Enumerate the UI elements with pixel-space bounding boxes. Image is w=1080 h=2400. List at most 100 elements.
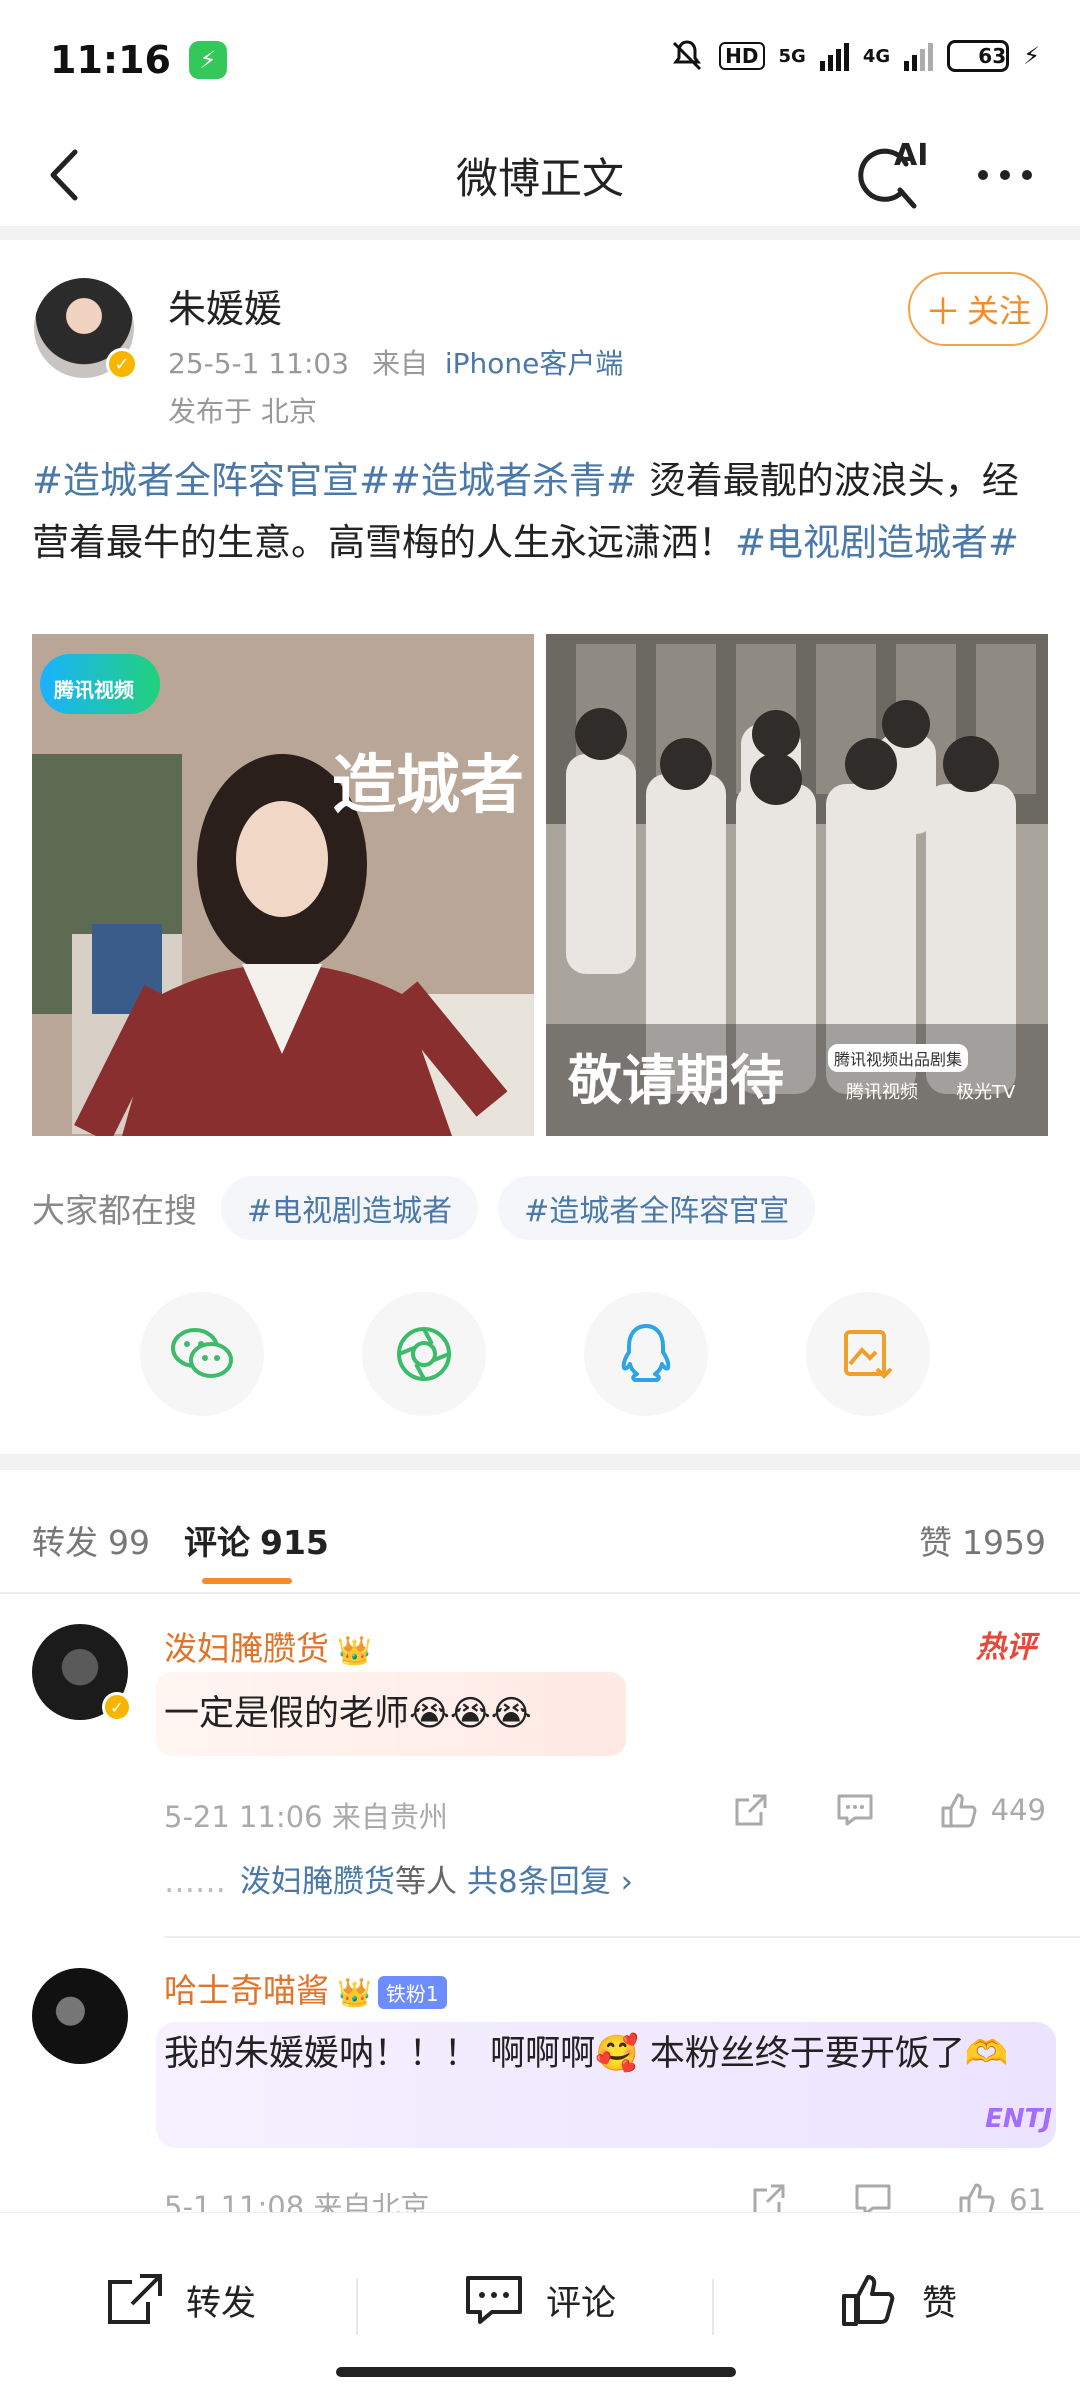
comment-username[interactable]: 哈士奇喵酱 👑 铁粉1 [164, 1964, 447, 2012]
comment-actions: 449 [731, 1790, 1046, 1830]
status-indicators: HD 5G 4G 63 ⚡ [669, 38, 1040, 74]
crown-badge-icon: 👑 [337, 1976, 372, 2009]
ai-search-button[interactable]: AI [850, 138, 930, 214]
comment-share-button[interactable] [731, 1790, 771, 1830]
like-label: 赞 [922, 2283, 958, 2324]
author-name[interactable]: 朱媛媛 [168, 278, 282, 333]
replies-suffix: 等人 [395, 1864, 457, 1900]
wechat-icon [171, 1328, 233, 1378]
signal-icon [819, 41, 849, 71]
tab-like-label: 赞 [919, 1523, 953, 1562]
hot-comment-badge: 热评 [976, 1630, 1036, 1665]
trending-search-chip[interactable]: #电视剧造城者 [221, 1176, 479, 1240]
divider [0, 226, 1080, 240]
charging-app-icon: ⚡ [188, 41, 227, 79]
qq-icon [621, 1324, 671, 1382]
save-image-button[interactable] [806, 1292, 930, 1416]
nav-bar: 微博正文 AI [0, 120, 1080, 230]
more-button[interactable] [970, 150, 1040, 200]
fan-level-badge: 铁粉1 [377, 1976, 447, 2009]
battery-level: 63 [978, 44, 1007, 68]
poster-brand-1: 腾讯视频 [846, 1082, 918, 1103]
trending-search-label: 大家都在搜 [32, 1191, 197, 1230]
hd-icon: HD [719, 42, 765, 70]
poster-title: 造城者 [332, 748, 524, 823]
chevron-left-icon [50, 149, 78, 201]
comment-avatar[interactable]: ✓ [32, 1624, 132, 1722]
share-moments-button[interactable] [362, 1292, 486, 1416]
thumbs-up-icon [842, 2275, 895, 2326]
divider [712, 2279, 714, 2335]
repost-icon [108, 2274, 162, 2324]
more-dots-icon [978, 170, 988, 180]
author-avatar[interactable]: ✓ [34, 278, 138, 380]
trending-search-row: 大家都在搜 #电视剧造城者 #造城者全阵容官宣 [32, 1176, 816, 1240]
follow-button[interactable]: ＋ 关注 [908, 272, 1048, 346]
comment-username-text: 哈士奇喵酱 [164, 1971, 329, 2010]
save-image-icon [844, 1330, 893, 1379]
topic-link[interactable]: #造城者全阵容官宣# [32, 459, 390, 502]
divider [0, 1592, 1080, 1594]
back-button[interactable] [30, 140, 100, 210]
trending-search-chip[interactable]: #造城者全阵容官宣 [498, 1176, 816, 1240]
signal-icon-2 [904, 41, 934, 71]
post-from-label: 来自 [371, 347, 428, 380]
follow-label: 关注 [967, 292, 1032, 330]
comment-button[interactable]: 评论 [464, 2265, 616, 2335]
comment-reply-button[interactable] [835, 1790, 875, 1830]
post-image-1[interactable]: 腾讯视频 造城者 [32, 634, 534, 1136]
share-row [0, 1292, 1080, 1422]
tab-comment-label: 评论 [184, 1523, 250, 1562]
ai-label: AI [894, 138, 929, 173]
comment-text: 一定是假的老师😭😭😭 [164, 1694, 532, 1734]
post-meta: 25-5-1 11:03 来自 iPhone客户端 [168, 342, 623, 382]
repost-button[interactable]: 转发 [104, 2265, 256, 2335]
tab-repost-label: 转发 [32, 1523, 98, 1562]
replies-dots: …… [164, 1864, 226, 1900]
network-5g-label: 5G [778, 45, 806, 67]
replies-count: 共8条回复 › [467, 1864, 633, 1900]
post-source[interactable]: iPhone客户端 [445, 347, 624, 380]
like-button[interactable]: 赞 [840, 2265, 957, 2335]
tab-like[interactable]: 赞 1959 [919, 1516, 1046, 1564]
share-qq-button[interactable] [584, 1292, 708, 1416]
tab-comment[interactable]: 评论 915 [184, 1516, 329, 1564]
post-location: 发布于 北京 [168, 395, 317, 428]
comment-meta: 5-21 11:06 来自贵州 [164, 1800, 448, 1834]
comment-icon [837, 1794, 873, 1826]
comment-icon [466, 2276, 522, 2324]
divider [0, 1454, 1080, 1470]
thumbs-up-icon [941, 1793, 977, 1828]
plus-icon: ＋ [924, 292, 961, 333]
share-wechat-button[interactable] [140, 1292, 264, 1416]
bubble-decoration-text: ENTJ [985, 2104, 1052, 2134]
divider [356, 2279, 358, 2335]
view-replies-link[interactable]: …… 泼妇腌臜货等人 共8条回复 › [164, 1856, 633, 1901]
tencent-video-logo-text: 腾讯视频 [54, 678, 134, 702]
post-time: 25-5-1 11:03 [168, 347, 350, 380]
comment-avatar[interactable] [32, 1968, 128, 2064]
repost-label: 转发 [186, 2283, 257, 2324]
comment-label: 评论 [546, 2283, 617, 2324]
tab-comment-count: 915 [260, 1523, 329, 1562]
verified-icon: ✓ [106, 348, 138, 380]
poster-subtitle: 腾讯视频出品剧集 [828, 1044, 969, 1072]
share-out-icon [735, 1794, 767, 1826]
comment-tabs: 转发 99 评论 915 赞 1959 [0, 1480, 1080, 1590]
topic-link[interactable]: #造城者杀青# [390, 459, 637, 502]
comment-like-button[interactable]: 449 [939, 1790, 1046, 1830]
active-tab-indicator [202, 1578, 292, 1584]
charging-icon: ⚡ [1023, 42, 1040, 70]
moments-icon [397, 1327, 451, 1381]
status-time: 11:16 [50, 38, 171, 82]
comment-username[interactable]: 泼妇腌臜货 👑 [164, 1622, 372, 1670]
battery-icon: 63 [947, 40, 1010, 72]
poster-banner-text: 敬请期待 [568, 1049, 784, 1112]
tab-repost[interactable]: 转发 99 [32, 1516, 150, 1564]
home-indicator [336, 2367, 736, 2377]
post-image-2[interactable]: 敬请期待 腾讯视频出品剧集 腾讯视频 极光TV [546, 634, 1048, 1136]
network-4g-label: 4G [862, 45, 891, 67]
bottom-action-bar: 转发 评论 赞 [0, 2212, 1080, 2400]
status-bar: 11:16 ⚡ HD 5G 4G 63 ⚡ [0, 0, 1080, 120]
topic-link[interactable]: #电视剧造城者# [735, 521, 1019, 564]
